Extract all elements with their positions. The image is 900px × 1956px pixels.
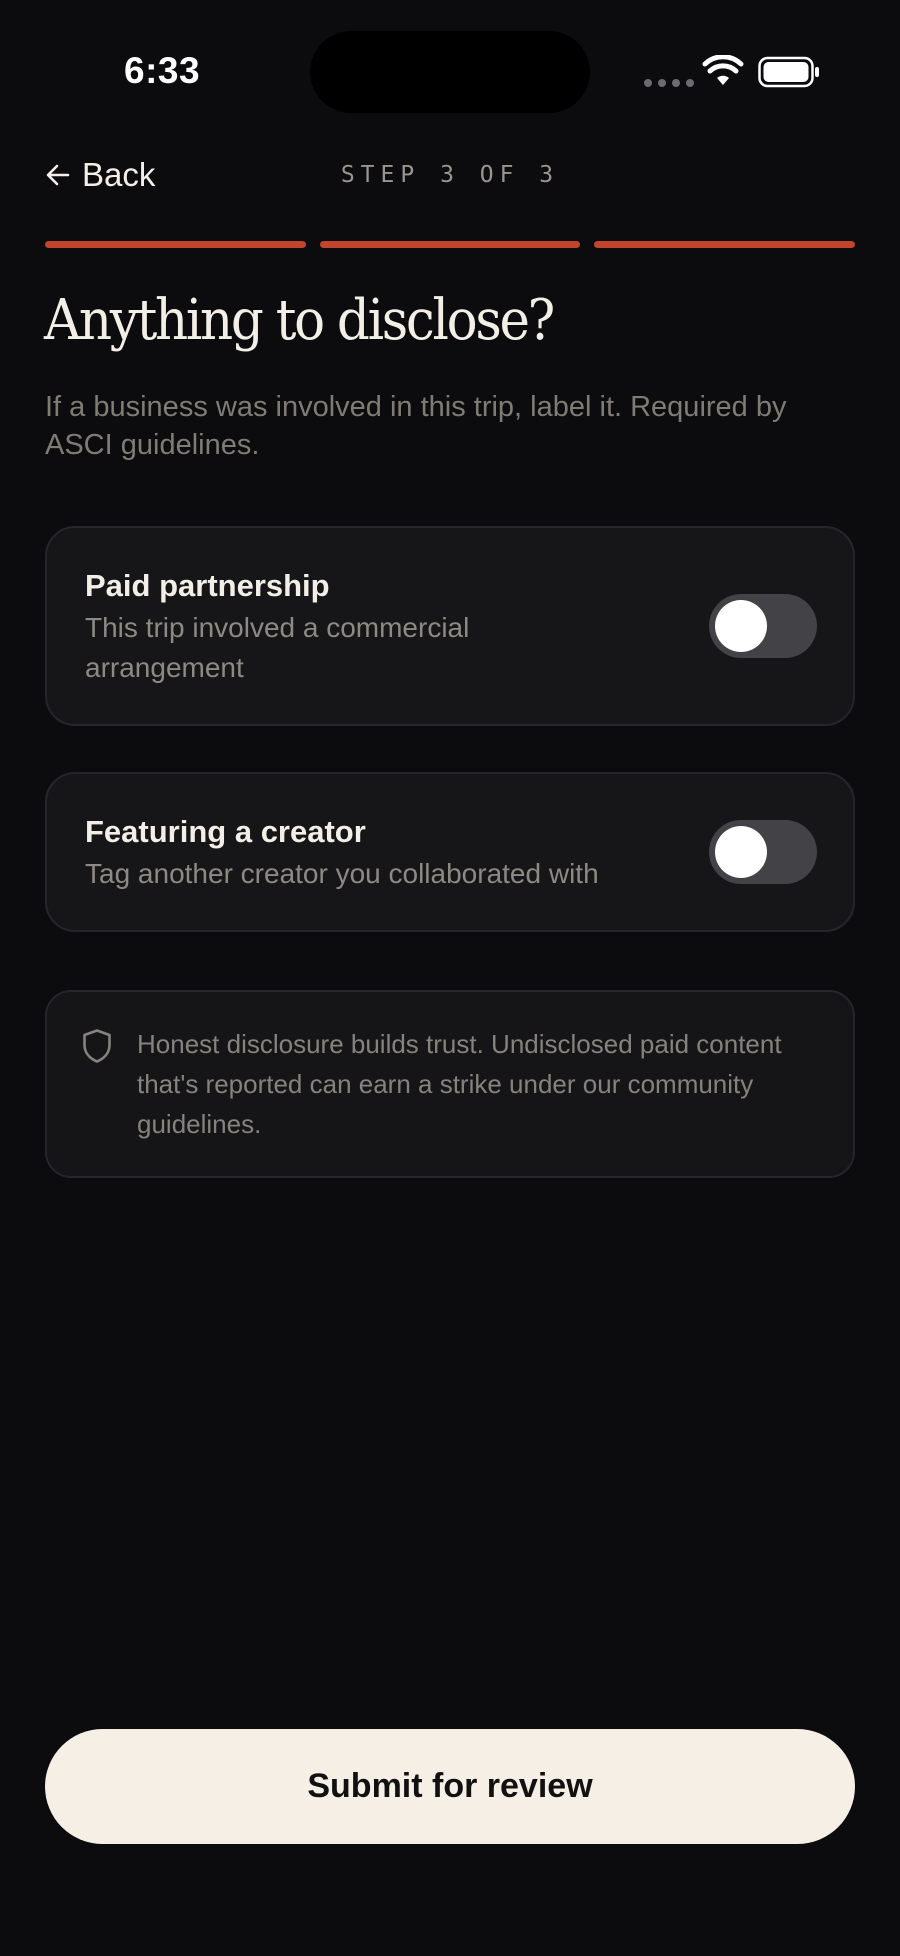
toggle-knob — [715, 826, 767, 878]
signal-dots-icon — [644, 79, 694, 87]
featuring-creator-toggle[interactable] — [709, 820, 817, 884]
progress-segment-3 — [594, 241, 856, 248]
paid-partnership-title: Paid partnership — [85, 568, 330, 603]
battery-icon — [758, 56, 819, 88]
submit-for-review-button[interactable]: Submit for review — [45, 1729, 855, 1844]
step-progress-bar — [45, 241, 856, 248]
step-indicator: STEP 3 OF 3 — [340, 162, 560, 188]
dynamic-island — [310, 31, 590, 113]
shield-icon — [83, 1029, 111, 1063]
disclosure-notice: Honest disclosure builds trust. Undisclo… — [45, 990, 855, 1178]
featuring-creator-description: Tag another creator you collaborated wit… — [85, 858, 599, 889]
notice-text: Honest disclosure builds trust. Undisclo… — [137, 1029, 782, 1139]
progress-segment-1 — [45, 241, 306, 248]
status-time: 6:33 — [124, 50, 201, 91]
featuring-creator-title: Featuring a creator — [85, 814, 366, 849]
paid-partnership-description: This trip involved a commercial arrangem… — [85, 612, 470, 683]
page-subtitle: If a business was involved in this trip,… — [45, 391, 787, 461]
paid-partnership-card: Paid partnership This trip involved a co… — [45, 526, 855, 726]
page-title: Anything to disclose? — [44, 288, 555, 353]
wifi-icon — [702, 55, 744, 85]
submit-label: Submit for review — [307, 1767, 593, 1805]
progress-segment-2 — [319, 241, 581, 248]
featuring-creator-card: Featuring a creator Tag another creator … — [45, 772, 855, 932]
toggle-knob — [715, 600, 767, 652]
paid-partnership-toggle[interactable] — [709, 594, 817, 658]
